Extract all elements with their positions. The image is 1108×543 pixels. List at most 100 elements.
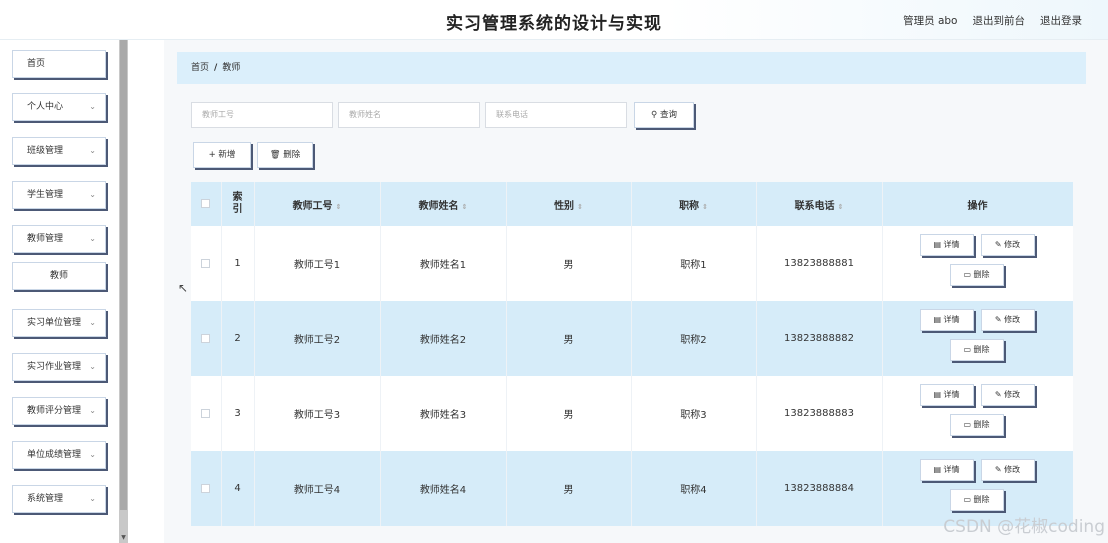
cell-teacher-id: 教师工号4 bbox=[254, 451, 381, 526]
sidebar-item-label: 实习作业管理 bbox=[27, 362, 82, 372]
teacher-table: 索引 教师工号 ⇕ 教师姓名 ⇕ 性别 ⇕ 职称 ⇕ 联系电话 ⇕ 操作 1 教师工号1 … bbox=[191, 182, 1073, 543]
col-teacher-name[interactable]: 教师姓名 ⇕ bbox=[380, 182, 507, 226]
delete-button[interactable]: 🗑 删除 bbox=[257, 142, 313, 168]
col-ops: 操作 bbox=[882, 182, 1073, 226]
document-icon: ▤ bbox=[933, 315, 941, 324]
breadcrumb-separator: / bbox=[214, 63, 218, 73]
row-delete-button[interactable]: ▭ 删除 bbox=[949, 339, 1004, 361]
select-all-checkbox[interactable] bbox=[201, 199, 211, 208]
delete-label: 删除 bbox=[973, 345, 990, 354]
detail-button[interactable]: ▤ 详情 bbox=[919, 234, 974, 256]
row-delete-button[interactable]: ▭ 删除 bbox=[949, 264, 1004, 286]
breadcrumb-home[interactable]: 首页 bbox=[191, 63, 209, 73]
detail-label: 详情 bbox=[943, 390, 960, 399]
chevron-down-icon: ⌄ bbox=[89, 318, 96, 327]
cell-index: 4 bbox=[221, 451, 255, 526]
edit-button[interactable]: ✎ 修改 bbox=[980, 459, 1035, 481]
sidebar-item-system[interactable]: 系统管理 ⌄ bbox=[12, 485, 106, 513]
query-button[interactable]: ⚲ 查询 bbox=[634, 102, 694, 128]
row-checkbox[interactable] bbox=[201, 333, 211, 343]
sidebar-item-student[interactable]: 学生管理 ⌄ bbox=[12, 181, 106, 209]
cell-gender: 男 bbox=[506, 451, 632, 526]
cell-teacher-name: 教师姓名3 bbox=[380, 376, 507, 451]
col-gender[interactable]: 性别 ⇕ bbox=[506, 182, 632, 226]
document-icon: ▤ bbox=[933, 465, 941, 474]
delete-label: 删除 bbox=[973, 495, 990, 504]
sidebar-item-label: 教师管理 bbox=[27, 234, 64, 244]
sidebar-scrollbar[interactable]: ▼ bbox=[119, 40, 128, 543]
sidebar: 首页 个人中心 ⌄ 班级管理 ⌄ 学生管理 ⌄ 教师管理 ⌄ 教师 实习单位管理 ⌄ 实习… bbox=[0, 40, 128, 543]
sort-icon[interactable]: ⇕ bbox=[336, 203, 342, 211]
logout-link[interactable]: 退出登录 bbox=[1040, 13, 1082, 28]
current-user: 管理员 abo bbox=[903, 15, 958, 27]
edit-button[interactable]: ✎ 修改 bbox=[980, 234, 1035, 256]
cell-teacher-id: 教师工号2 bbox=[254, 301, 381, 376]
pencil-icon: ✎ bbox=[994, 315, 1002, 324]
cell-index: 1 bbox=[221, 226, 255, 301]
cell-teacher-id: 教师工号3 bbox=[254, 376, 381, 451]
delete-button-label: 删除 bbox=[283, 150, 301, 160]
edit-button[interactable]: ✎ 修改 bbox=[980, 309, 1035, 331]
row-checkbox[interactable] bbox=[201, 408, 211, 418]
sidebar-item-homework[interactable]: 实习作业管理 ⌄ bbox=[12, 353, 106, 381]
row-checkbox[interactable] bbox=[201, 258, 211, 268]
row-select-cell[interactable] bbox=[191, 301, 222, 376]
sort-icon[interactable]: ⇕ bbox=[702, 203, 708, 211]
col-title[interactable]: 职称 ⇕ bbox=[631, 182, 757, 226]
phone-input[interactable]: 联系电话 bbox=[485, 102, 627, 128]
scroll-down-icon[interactable]: ▼ bbox=[119, 534, 128, 541]
row-select-cell[interactable] bbox=[191, 451, 222, 526]
teacher-name-input[interactable]: 教师姓名 bbox=[338, 102, 480, 128]
sort-icon[interactable]: ⇕ bbox=[577, 203, 583, 211]
col-phone[interactable]: 联系电话 ⇕ bbox=[756, 182, 883, 226]
sidebar-item-class[interactable]: 班级管理 ⌄ bbox=[12, 137, 106, 165]
add-button[interactable]: + 新增 bbox=[193, 142, 251, 168]
edit-label: 修改 bbox=[1004, 315, 1021, 324]
trash-icon: ▭ bbox=[963, 420, 971, 429]
scrollbar-thumb[interactable] bbox=[120, 40, 127, 510]
top-header: 实习管理系统的设计与实现 管理员 abo 退出到前台 退出登录 bbox=[0, 0, 1108, 40]
sort-icon[interactable]: ⇕ bbox=[462, 203, 468, 211]
sidebar-item-home[interactable]: 首页 bbox=[12, 50, 106, 78]
col-title-label: 职称 bbox=[679, 200, 700, 212]
sidebar-item-unit-grade[interactable]: 单位成绩管理 ⌄ bbox=[12, 441, 106, 469]
row-select-cell[interactable] bbox=[191, 226, 222, 301]
col-teacher-name-label: 教师姓名 bbox=[418, 200, 459, 212]
edit-button[interactable]: ✎ 修改 bbox=[980, 384, 1035, 406]
cell-teacher-name: 教师姓名4 bbox=[380, 451, 507, 526]
table-row: 4 教师工号4 教师姓名4 男 职称4 13823888884 ▤ 详情 ✎ 修… bbox=[191, 451, 1073, 526]
row-checkbox[interactable] bbox=[201, 483, 211, 493]
mouse-cursor-icon: ↖ bbox=[178, 281, 189, 295]
delete-label: 删除 bbox=[973, 420, 990, 429]
sidebar-item-teacher[interactable]: 教师 bbox=[12, 262, 106, 290]
exit-to-front-link[interactable]: 退出到前台 bbox=[973, 13, 1026, 28]
col-phone-label: 联系电话 bbox=[794, 200, 835, 212]
edit-label: 修改 bbox=[1004, 465, 1021, 474]
sidebar-item-label: 学生管理 bbox=[27, 190, 64, 200]
col-teacher-id[interactable]: 教师工号 ⇕ bbox=[254, 182, 381, 226]
sidebar-item-personal[interactable]: 个人中心 ⌄ bbox=[12, 93, 106, 121]
cell-teacher-name: 教师姓名1 bbox=[380, 226, 507, 301]
cell-title: 职称3 bbox=[631, 376, 757, 451]
trash-icon: ▭ bbox=[963, 495, 971, 504]
sidebar-item-teacher-mgmt[interactable]: 教师管理 ⌄ bbox=[12, 225, 106, 253]
teacher-id-input[interactable]: 教师工号 bbox=[191, 102, 333, 128]
detail-button[interactable]: ▤ 详情 bbox=[919, 309, 974, 331]
sidebar-item-internship-unit[interactable]: 实习单位管理 ⌄ bbox=[12, 309, 106, 337]
search-icon: ⚲ bbox=[651, 110, 658, 120]
row-delete-button[interactable]: ▭ 删除 bbox=[949, 489, 1004, 511]
detail-button[interactable]: ▤ 详情 bbox=[919, 459, 974, 481]
select-all-cell[interactable] bbox=[191, 182, 222, 226]
cell-teacher-id: 教师工号1 bbox=[254, 226, 381, 301]
table-header-row: 索引 教师工号 ⇕ 教师姓名 ⇕ 性别 ⇕ 职称 ⇕ 联系电话 ⇕ 操作 bbox=[191, 182, 1073, 226]
query-button-label: 查询 bbox=[659, 110, 677, 120]
row-select-cell[interactable] bbox=[191, 376, 222, 451]
sort-icon[interactable]: ⇕ bbox=[838, 203, 844, 211]
row-delete-button[interactable]: ▭ 删除 bbox=[949, 414, 1004, 436]
sidebar-item-teacher-score[interactable]: 教师评分管理 ⌄ bbox=[12, 397, 106, 425]
chevron-down-icon: ⌄ bbox=[89, 406, 96, 415]
sidebar-item-label: 单位成绩管理 bbox=[27, 450, 82, 460]
detail-button[interactable]: ▤ 详情 bbox=[919, 384, 974, 406]
cell-title: 职称2 bbox=[631, 301, 757, 376]
col-index: 索引 bbox=[221, 182, 255, 226]
